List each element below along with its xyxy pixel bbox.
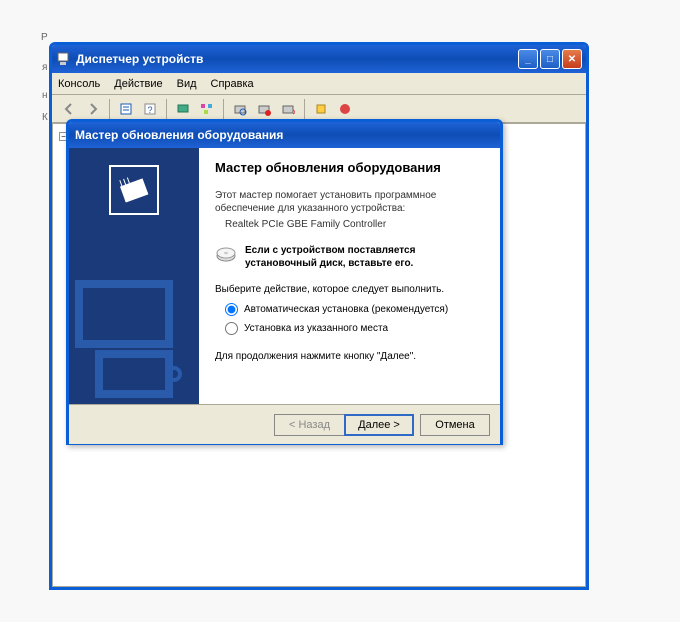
menu-console[interactable]: Консоль [58,78,100,90]
action-button[interactable] [334,98,356,120]
wizard-footer: < Назад Далее > Отмена [69,404,500,444]
update-driver-button[interactable] [310,98,332,120]
menu-action[interactable]: Действие [114,78,162,90]
continue-hint: Для продолжения нажмите кнопку "Далее". [215,351,484,362]
wizard-body: Мастер обновления оборудования Этот маст… [69,148,500,404]
cd-hint-text: Если с устройством поставляется установо… [245,244,484,270]
cd-hint-row: Если с устройством поставляется установо… [215,244,484,270]
hardware-install-icon [104,160,164,223]
choose-action-label: Выберите действие, которое следует выпол… [215,284,484,295]
stray-text: К [42,112,48,123]
radio-auto-input[interactable] [225,303,238,316]
device-name: Realtek PCIe GBE Family Controller [215,219,484,230]
radio-specific-label: Установка из указанного места [244,323,388,334]
wizard-description: Этот мастер помогает установить программ… [215,189,484,215]
back-button[interactable] [58,98,80,120]
sidebar-decoration [69,264,199,404]
forward-button[interactable] [82,98,104,120]
app-icon [56,51,72,67]
hardware-update-wizard: Мастер обновления оборудования [66,119,503,445]
svg-text:?: ? [147,105,152,115]
device-icon-button[interactable] [172,98,194,120]
radio-auto-install[interactable]: Автоматическая установка (рекомендуется) [225,303,484,316]
disable-button[interactable] [253,98,275,120]
menu-help[interactable]: Справка [211,78,254,90]
uninstall-button[interactable]: ✕ [277,98,299,120]
close-button[interactable]: ✕ [562,49,582,69]
toolbar-separator [223,99,224,119]
tree-view-button[interactable] [196,98,218,120]
menu-view[interactable]: Вид [177,78,197,90]
back-button: < Назад [274,414,344,436]
wizard-title: Мастер обновления оборудования [75,128,283,142]
minimize-button[interactable]: _ [518,49,538,69]
radio-group: Автоматическая установка (рекомендуется)… [215,303,484,335]
radio-auto-label: Автоматическая установка (рекомендуется) [244,304,448,315]
window-controls: _ □ ✕ [518,49,582,69]
stray-text: н [42,90,48,101]
cancel-button[interactable]: Отмена [420,414,490,436]
stray-text: я [42,62,47,73]
menu-bar: Консоль Действие Вид Справка [52,73,586,95]
svg-text:✕: ✕ [292,108,295,116]
help-button[interactable]: ? [139,98,161,120]
radio-specific-input[interactable] [225,322,238,335]
nav-button-group: < Назад Далее > [274,414,414,436]
wizard-sidebar [69,148,199,404]
properties-button[interactable] [115,98,137,120]
wizard-titlebar[interactable]: Мастер обновления оборудования [69,122,500,148]
wizard-heading: Мастер обновления оборудования [215,160,484,177]
stray-text: Р [41,32,48,43]
radio-specific-location[interactable]: Установка из указанного места [225,322,484,335]
wizard-content: Мастер обновления оборудования Этот маст… [199,148,500,404]
toolbar-separator [304,99,305,119]
next-button[interactable]: Далее > [344,414,414,436]
titlebar[interactable]: Диспетчер устройств _ □ ✕ [52,45,586,73]
scan-button[interactable] [229,98,251,120]
toolbar-separator [166,99,167,119]
toolbar-separator [109,99,110,119]
window-title: Диспетчер устройств [76,52,518,66]
maximize-button[interactable]: □ [540,49,560,69]
cd-icon [215,244,237,269]
